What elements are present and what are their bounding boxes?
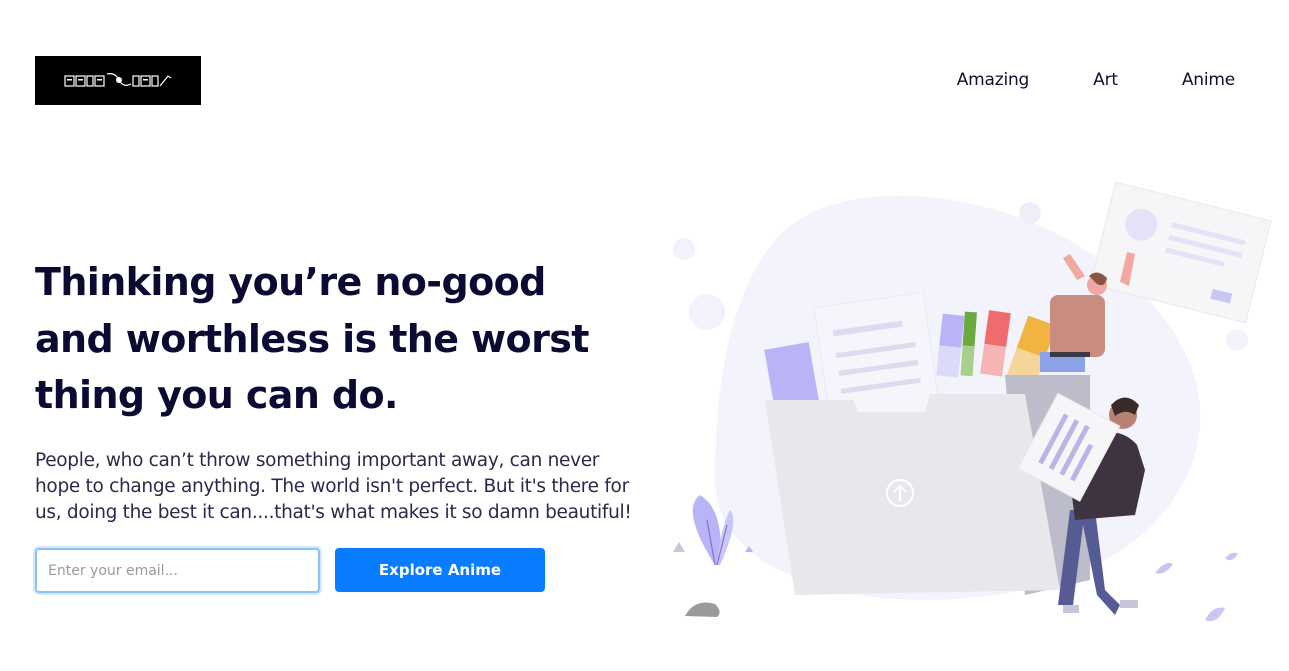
nav-link-art[interactable]: Art [1093,70,1118,90]
decor-circle [1019,202,1041,224]
decor-circle [1226,329,1248,351]
leaf [1205,607,1225,622]
leaf [1225,552,1238,561]
hero-description: People, who can’t throw something import… [35,450,632,523]
email-input[interactable] [35,548,320,593]
decor-circle [689,294,725,330]
color-swatches [936,310,1057,387]
decor-circle [673,238,695,260]
leaf [1155,563,1173,574]
nav-link-anime[interactable]: Anime [1182,70,1235,90]
logo-mark [64,72,172,87]
landing-page: Amazing Art Anime Thinking you’re no-goo… [0,0,1289,671]
rock [685,602,720,617]
hero-illustration [673,181,1272,622]
hero-title: Thinking you’re no-good and worthless is… [35,260,589,417]
logo[interactable] [35,56,201,105]
nav-link-amazing[interactable]: Amazing [957,70,1030,90]
explore-anime-button[interactable]: Explore Anime [335,548,545,592]
top-nav: Amazing Art Anime [957,70,1235,90]
